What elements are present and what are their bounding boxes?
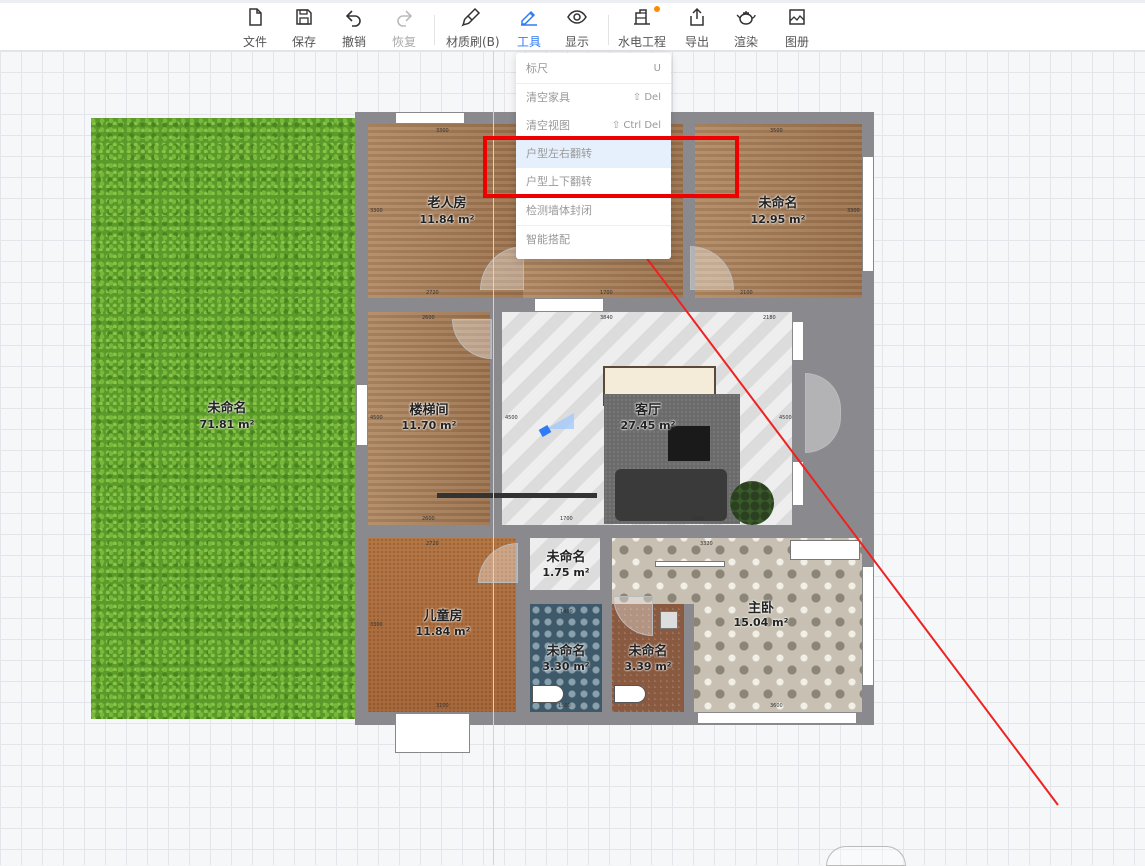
menu-item-label: 检测墙体封闭 — [526, 204, 592, 217]
menu-item-smart-match[interactable]: 智能搭配 — [516, 226, 671, 254]
menu-item-label: 智能搭配 — [526, 233, 570, 246]
menu-item-check-walls[interactable]: 检测墙体封闭 — [516, 197, 671, 225]
menu-item-clear-furniture[interactable]: 清空家具 ⇧ Del — [516, 84, 671, 112]
menu-item-shortcut: U — [653, 63, 661, 74]
menu-item-label: 清空家具 — [526, 91, 570, 104]
highlight-box — [483, 136, 739, 198]
menu-item-shortcut: ⇧ Del — [632, 92, 661, 103]
menu-item-label: 标尺 — [526, 62, 548, 75]
menu-item-label: 清空视图 — [526, 119, 570, 132]
menu-item-ruler[interactable]: 标尺 U — [516, 55, 671, 83]
